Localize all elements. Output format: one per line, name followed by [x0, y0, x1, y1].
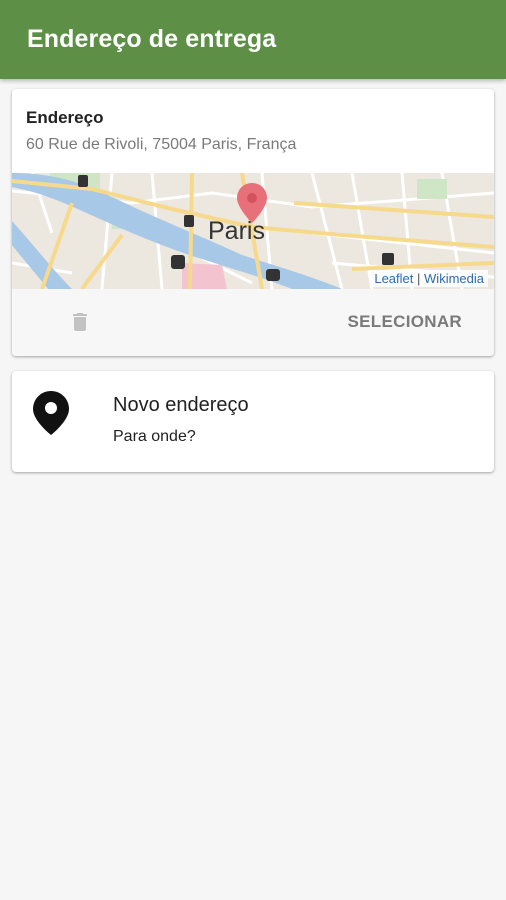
- address-card: Endereço 60 Rue de Rivoli, 75004 Paris, …: [12, 89, 494, 356]
- address-map[interactable]: Paris Leaflet | Wikimedia: [12, 173, 494, 289]
- attribution-separator: |: [417, 271, 421, 286]
- page-title: Endereço de entrega: [27, 25, 277, 53]
- wikimedia-link[interactable]: Wikimedia: [424, 271, 484, 286]
- map-city-label: Paris: [208, 217, 265, 245]
- map-attribution: Leaflet | Wikimedia: [370, 270, 488, 287]
- address-card-title: Endereço: [26, 108, 104, 127]
- leaflet-link[interactable]: Leaflet: [374, 271, 413, 286]
- select-button[interactable]: SELECIONAR: [348, 312, 462, 332]
- new-address-card[interactable]: Novo endereço Para onde?: [12, 371, 494, 472]
- address-card-actions: SELECIONAR: [12, 289, 494, 356]
- delete-button[interactable]: [68, 310, 92, 334]
- address-text: 60 Rue de Rivoli, 75004 Paris, França: [26, 136, 297, 153]
- trash-icon: [73, 313, 87, 331]
- app-bar: Endereço de entrega: [0, 0, 506, 79]
- new-address-subtitle: Para onde?: [113, 428, 196, 445]
- new-address-title: Novo endereço: [113, 394, 249, 416]
- map-pin-icon: [32, 390, 70, 436]
